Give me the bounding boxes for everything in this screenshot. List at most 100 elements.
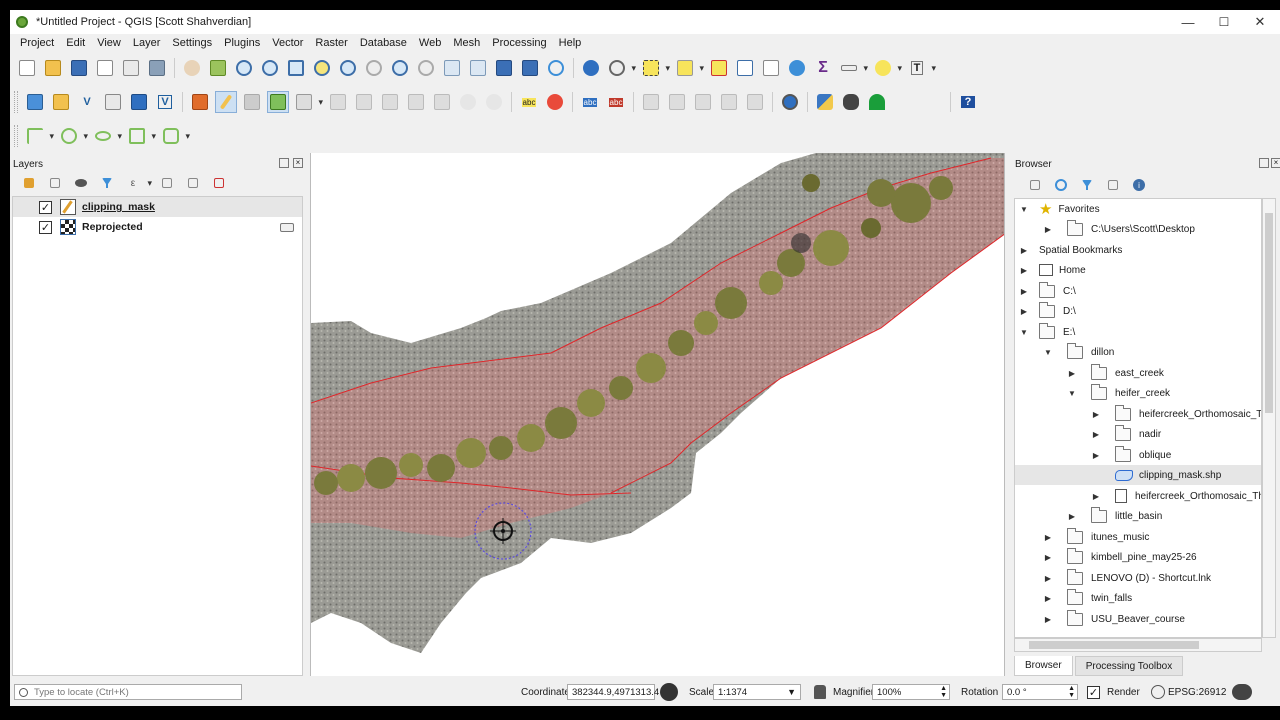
new-geopackage-button[interactable]: [50, 91, 72, 113]
expand-arrow-icon[interactable]: ▶: [1043, 594, 1053, 603]
refresh-icon[interactable]: [545, 57, 567, 79]
expand-arrow-icon[interactable]: ▶: [1019, 266, 1029, 275]
refresh-icon[interactable]: [1050, 174, 1072, 196]
collapse-all-icon[interactable]: [182, 172, 204, 194]
browser-item-c-drive[interactable]: ▶ C:\: [1019, 281, 1076, 301]
layer-row-clipping-mask[interactable]: ✓ clipping_mask: [13, 197, 302, 217]
new-shapefile-button[interactable]: V: [76, 91, 98, 113]
expand-arrow-icon[interactable]: ▼: [1067, 389, 1077, 398]
zoom-to-layer-button[interactable]: [337, 57, 359, 79]
toggle-extents-mouse-icon[interactable]: [660, 683, 678, 701]
show-bookmarks-button[interactable]: [519, 57, 541, 79]
add-polygon-feature-button[interactable]: [267, 91, 289, 113]
new-map-view-button[interactable]: [441, 57, 463, 79]
text-annotation-button[interactable]: T: [906, 57, 936, 79]
layer-indicator-icon[interactable]: [280, 222, 294, 232]
browser-item-usu-beaver-course[interactable]: ▶ USU_Beaver_course: [1043, 609, 1185, 629]
expand-arrow-icon[interactable]: ▶: [1067, 512, 1077, 521]
add-line-button[interactable]: [24, 125, 54, 147]
new-spatialite-button[interactable]: [102, 91, 124, 113]
expand-arrow-icon[interactable]: ▶: [1067, 369, 1077, 378]
collapse-all-icon[interactable]: [1102, 174, 1124, 196]
browser-item-heifer-creek[interactable]: ▼ heifer_creek: [1067, 383, 1170, 403]
browser-item-kimbell-pine[interactable]: ▶ kimbell_pine_may25-26: [1043, 547, 1197, 567]
magnifier-spinbox[interactable]: 100% ▲ ▼: [872, 684, 950, 700]
expand-arrow-icon[interactable]: ▶: [1091, 430, 1101, 439]
menu-processing[interactable]: Processing: [486, 37, 552, 49]
expand-arrow-icon[interactable]: ▶: [1019, 246, 1029, 255]
vertex-tool-button[interactable]: [293, 91, 323, 113]
expand-arrow-icon[interactable]: ▼: [1019, 205, 1029, 214]
select-by-value-button[interactable]: [674, 57, 704, 79]
add-selected-layers-icon[interactable]: [1024, 174, 1046, 196]
browser-item-itunes-music[interactable]: ▶ itunes_music: [1043, 527, 1149, 547]
browser-item-orthomosaic-folder[interactable]: ▶ heifercreek_Orthomosaic_ThuJ: [1091, 404, 1261, 424]
diagram-options-button[interactable]: [544, 91, 566, 113]
minimize-button[interactable]: —: [1170, 10, 1206, 34]
new-virtual-layer-button[interactable]: V: [154, 91, 176, 113]
deselect-features-button[interactable]: [708, 57, 730, 79]
copy-features-button[interactable]: [405, 91, 427, 113]
menu-vector[interactable]: Vector: [266, 37, 309, 49]
zoom-last-button[interactable]: [389, 57, 411, 79]
expand-arrow-icon[interactable]: ▶: [1043, 553, 1053, 562]
measure-line-button[interactable]: [838, 57, 868, 79]
spinbox-arrows-icon[interactable]: ▲ ▼: [1068, 685, 1075, 699]
python-console-icon[interactable]: [814, 91, 836, 113]
add-rectangle-button[interactable]: [126, 125, 156, 147]
redo-icon[interactable]: [483, 91, 505, 113]
identify-features-button[interactable]: [580, 57, 602, 79]
rotate-label-button[interactable]: [718, 91, 740, 113]
open-attribute-table-button[interactable]: [734, 57, 756, 79]
tab-browser[interactable]: Browser: [1014, 656, 1073, 676]
globe-plugin-icon[interactable]: [779, 91, 801, 113]
binoculars-icon[interactable]: [840, 91, 862, 113]
browser-item-e-drive[interactable]: ▼ E:\: [1019, 322, 1075, 342]
zoom-to-selection-button[interactable]: [311, 57, 333, 79]
info-icon[interactable]: i: [1128, 174, 1150, 196]
menu-layer[interactable]: Layer: [127, 37, 167, 49]
layer-visibility-checkbox[interactable]: ✓: [39, 220, 52, 234]
statistical-summary-sigma-icon[interactable]: Σ: [812, 57, 834, 79]
open-field-calculator-button[interactable]: [760, 57, 782, 79]
save-edits-button[interactable]: [241, 91, 263, 113]
expand-arrow-icon[interactable]: ▶: [1019, 287, 1029, 296]
new-bookmark-button[interactable]: [493, 57, 515, 79]
browser-item-desktop[interactable]: ▶ C:\Users\Scott\Desktop: [1043, 219, 1195, 239]
pan-hand-icon[interactable]: [181, 57, 203, 79]
maximize-button[interactable]: ☐: [1206, 10, 1242, 34]
crs-globe-icon[interactable]: [1151, 685, 1165, 699]
zoom-native-button[interactable]: [363, 57, 385, 79]
browser-item-home[interactable]: ▶ Home: [1019, 260, 1086, 280]
expand-arrow-icon[interactable]: ▼: [1019, 328, 1029, 337]
new-project-button[interactable]: [16, 57, 38, 79]
expand-arrow-icon[interactable]: ▶: [1019, 307, 1029, 316]
expand-all-icon[interactable]: [156, 172, 178, 194]
menu-project[interactable]: Project: [14, 37, 60, 49]
open-project-button[interactable]: [42, 57, 64, 79]
float-panel-icon[interactable]: [1259, 158, 1269, 168]
browser-item-east-creek[interactable]: ▶ east_creek: [1067, 363, 1164, 383]
pin-labels-button[interactable]: [640, 91, 662, 113]
float-panel-icon[interactable]: [279, 158, 289, 168]
browser-vertical-scrollbar[interactable]: [1262, 198, 1276, 638]
new-temp-layer-button[interactable]: [128, 91, 150, 113]
expand-arrow-icon[interactable]: ▶: [1043, 615, 1053, 624]
close-panel-icon[interactable]: ×: [293, 158, 303, 168]
filter-legend-icon[interactable]: [96, 172, 118, 194]
browser-item-favorites[interactable]: ▼ ★ Favorites: [1019, 199, 1100, 219]
expand-arrow-icon[interactable]: ▶: [1043, 533, 1053, 542]
zoom-full-button[interactable]: [285, 57, 307, 79]
data-source-manager-button[interactable]: [24, 91, 46, 113]
locate-search-input[interactable]: Type to locate (Ctrl+K): [14, 684, 242, 700]
new-print-layout-button[interactable]: [94, 57, 116, 79]
highlight-pinned-labels-abc-icon[interactable]: abc: [605, 91, 627, 113]
close-panel-icon[interactable]: ×: [1271, 158, 1280, 168]
menu-view[interactable]: View: [91, 37, 127, 49]
tab-processing-toolbox[interactable]: Processing Toolbox: [1074, 656, 1184, 676]
select-features-button[interactable]: [640, 57, 670, 79]
delete-selected-button[interactable]: [353, 91, 375, 113]
toolbox-gear-icon[interactable]: [786, 57, 808, 79]
label-toolbar-abc-icon[interactable]: abc: [518, 91, 540, 113]
menu-mesh[interactable]: Mesh: [447, 37, 486, 49]
